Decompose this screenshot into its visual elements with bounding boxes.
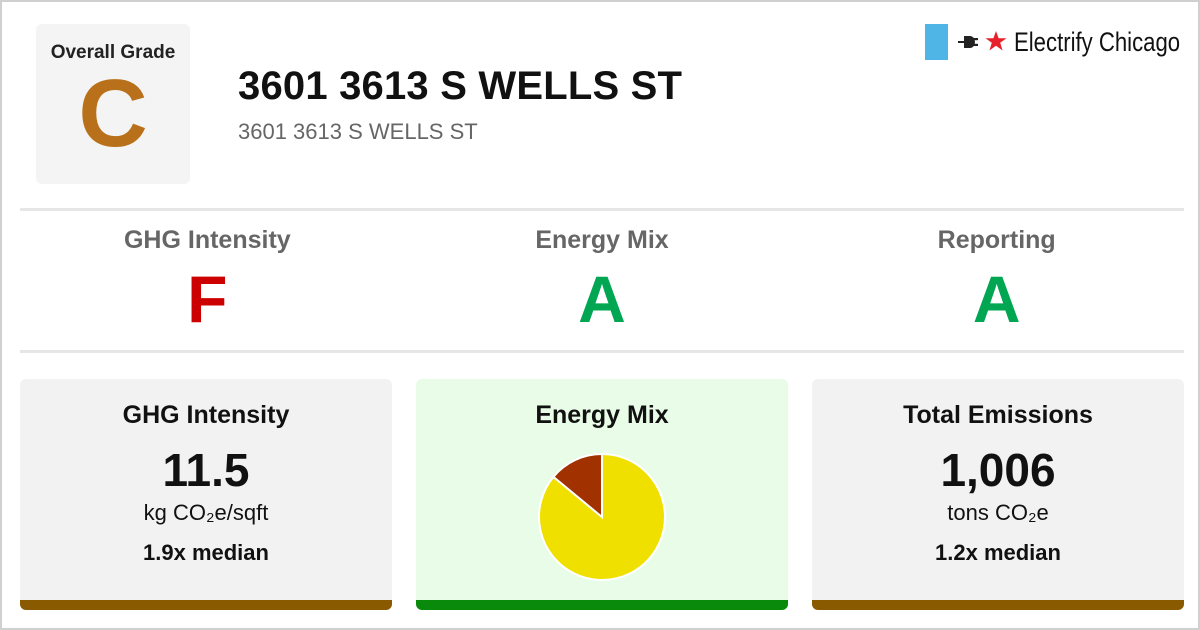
overall-grade-letter: C (78, 60, 148, 167)
card-value: 11.5 (162, 444, 250, 496)
grade-reporting: Reporting A (799, 226, 1194, 339)
plug-icon (958, 36, 978, 48)
logo-text: Electrify Chicago (1014, 26, 1181, 57)
card-unit: kg CO₂e/sqft (143, 500, 269, 525)
ghg-intensity-card: GHG Intensity 11.5 kg CO₂e/sqft 1.9x med… (20, 379, 392, 610)
building-header: 3601 3613 S WELLS ST 3601 3613 S WELLS S… (238, 64, 682, 145)
grade-ghg-intensity: GHG Intensity F (10, 226, 405, 339)
divider-top (20, 208, 1184, 211)
card-bottom-bar (416, 600, 788, 610)
card-median: 1.9x median (143, 540, 269, 565)
card-value: 1,006 (940, 444, 1056, 496)
card-bottom-bar (812, 600, 1184, 610)
grade-label: Reporting (937, 226, 1056, 254)
grade-energy-mix: Energy Mix A (405, 226, 800, 339)
grade-letter: F (187, 262, 228, 336)
building-title: 3601 3613 S WELLS ST (238, 64, 683, 108)
divider-middle (20, 350, 1184, 353)
grade-label: Energy Mix (535, 226, 669, 254)
flag-stripe-icon (925, 24, 948, 60)
overall-grade-box: Overall Grade C (36, 24, 190, 184)
electrify-chicago-logo[interactable]: Electrify Chicago (925, 24, 1181, 60)
energy-mix-card: Energy Mix (416, 379, 788, 610)
sub-grades-row: GHG Intensity F Energy Mix A Reporting A (10, 226, 1194, 339)
grade-label: GHG Intensity (123, 226, 291, 254)
card-unit: tons CO₂e (947, 500, 1049, 525)
card-title: Total Emissions (903, 401, 1093, 429)
card-title: Energy Mix (535, 401, 669, 429)
star-icon (985, 31, 1007, 51)
card-title: GHG Intensity (122, 401, 290, 429)
total-emissions-card: Total Emissions 1,006 tons CO₂e 1.2x med… (812, 379, 1184, 610)
stat-cards: GHG Intensity 11.5 kg CO₂e/sqft 1.9x med… (20, 379, 1184, 610)
building-address: 3601 3613 S WELLS ST (238, 119, 478, 144)
grade-letter: A (578, 262, 626, 336)
energy-mix-pie-chart (538, 452, 666, 581)
card-median: 1.2x median (935, 540, 1061, 565)
card-bottom-bar (20, 600, 392, 610)
card-frame: Overall Grade C 3601 3613 S WELLS ST 360… (0, 0, 1200, 630)
grade-letter: A (972, 262, 1021, 336)
